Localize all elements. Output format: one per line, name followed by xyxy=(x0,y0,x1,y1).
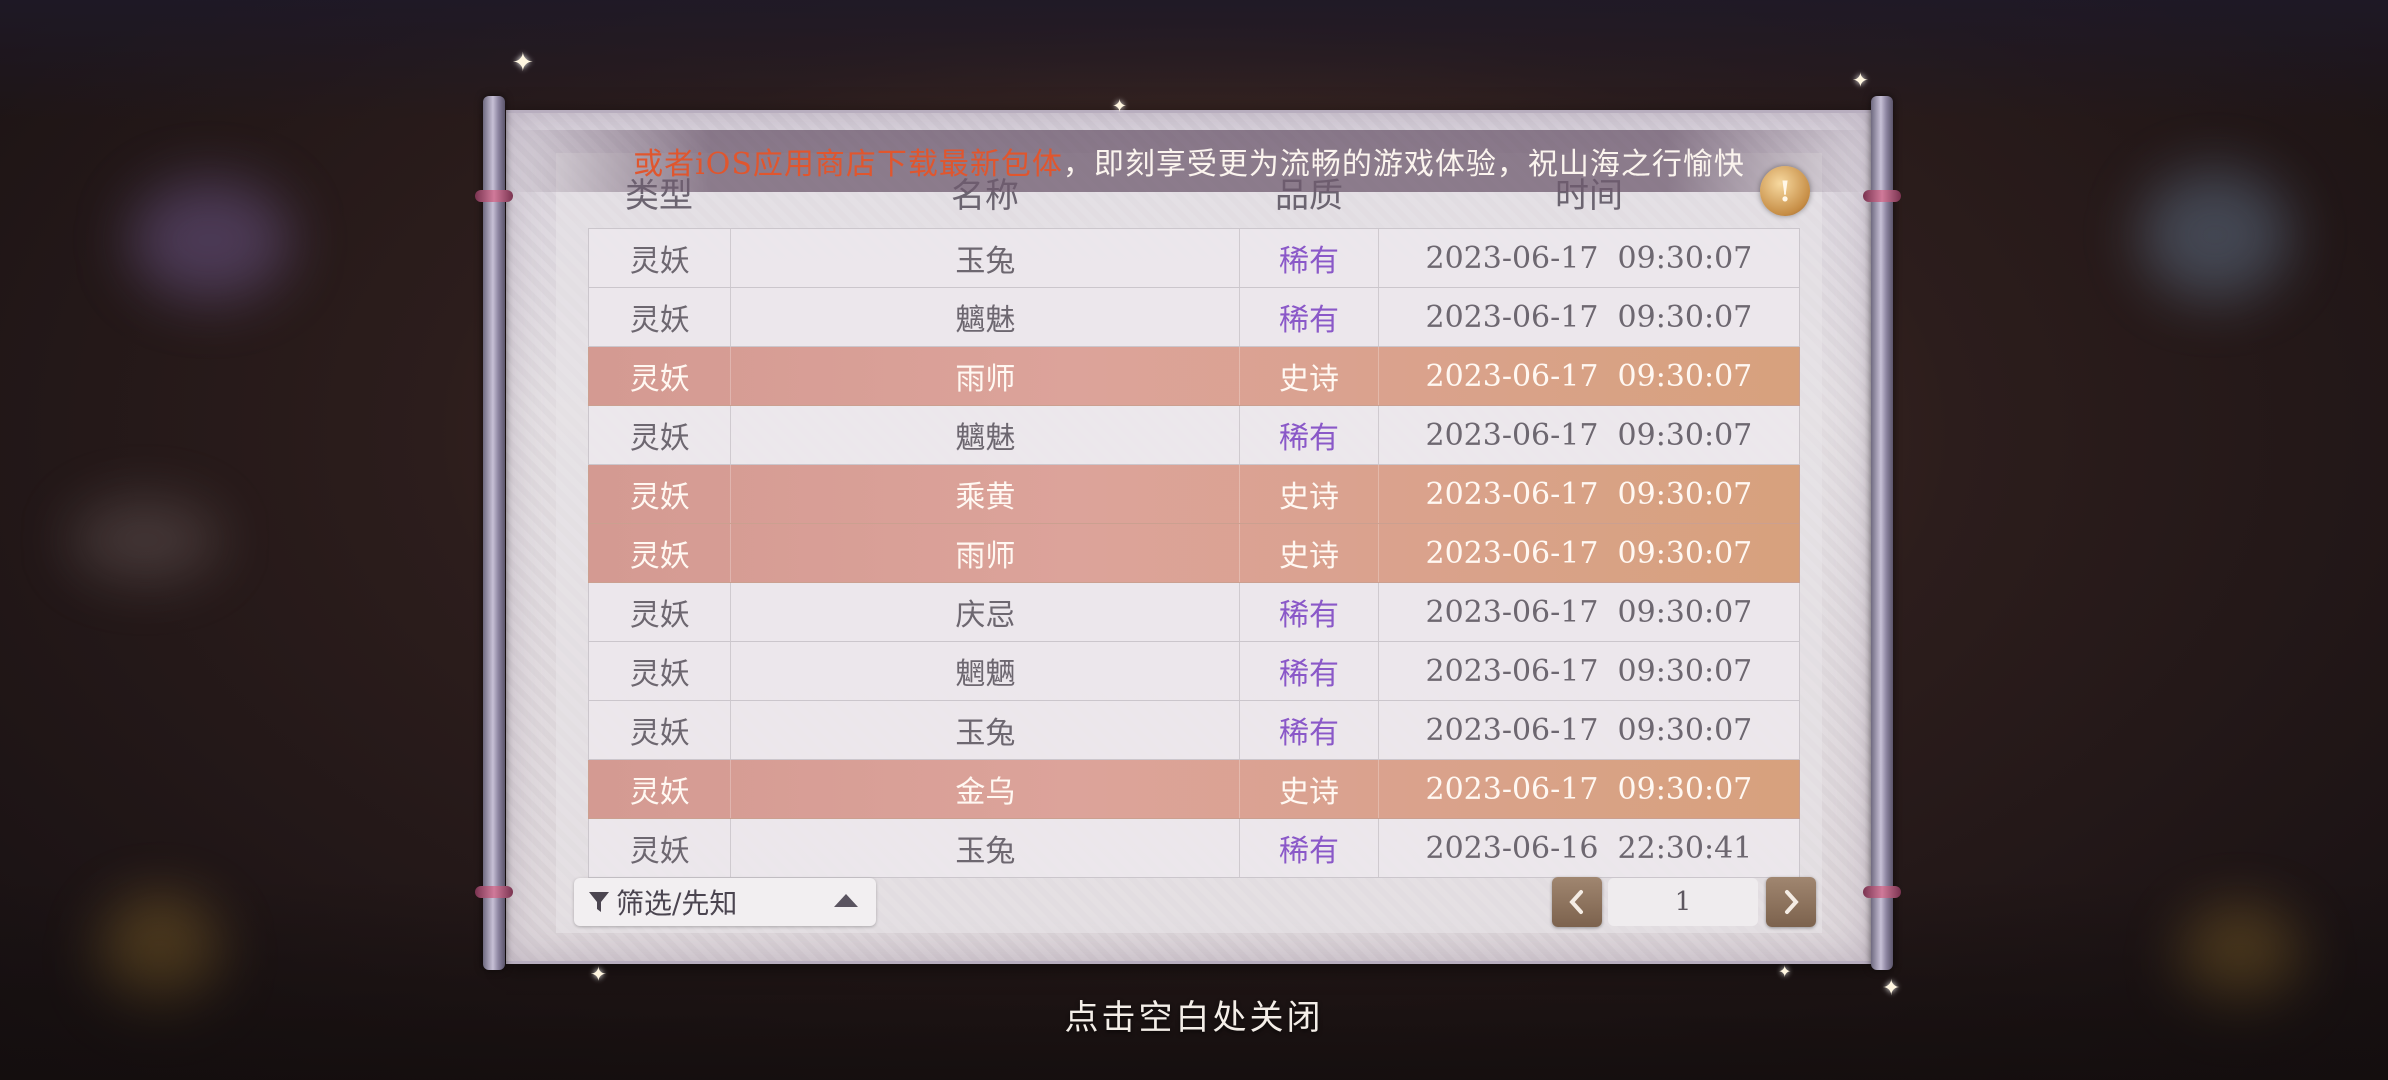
cell-quality: 史诗 xyxy=(1240,347,1379,405)
cell-name: 玉兔 xyxy=(731,229,1241,287)
cell-time: 2023-06-17 09:30:07 xyxy=(1425,417,1753,453)
page-number[interactable]: 1 xyxy=(1608,878,1758,926)
table-row: 灵妖 魑魅 稀有 2023-06-17 09:30:07 xyxy=(588,406,1800,465)
cell-time: 2023-06-17 09:30:07 xyxy=(1425,240,1753,276)
sparkle-icon: ✦ xyxy=(1852,68,1869,92)
cell-time: 2023-06-17 09:30:07 xyxy=(1425,299,1753,335)
cell-time: 2023-06-17 09:30:07 xyxy=(1425,535,1753,571)
cell-type: 灵妖 xyxy=(589,819,732,877)
cell-name: 玉兔 xyxy=(731,701,1241,759)
cell-time: 2023-06-17 09:30:07 xyxy=(1425,712,1753,748)
cell-quality: 稀有 xyxy=(1240,701,1379,759)
cell-quality: 稀有 xyxy=(1240,583,1379,641)
cell-type: 灵妖 xyxy=(589,701,732,759)
cell-type: 灵妖 xyxy=(589,406,732,464)
cell-time: 2023-06-17 09:30:07 xyxy=(1425,358,1753,394)
sparkle-icon: ✦ xyxy=(512,48,534,78)
chevron-right-icon xyxy=(1785,890,1799,914)
cell-time: 2023-06-17 09:30:07 xyxy=(1425,771,1753,807)
filter-dropdown[interactable]: 筛选/先知 xyxy=(574,878,876,926)
background-glow xyxy=(130,180,290,300)
cell-name: 雨师 xyxy=(731,347,1241,405)
table-row: 灵妖 玉兔 稀有 2023-06-16 22:30:41 xyxy=(588,819,1800,878)
cell-name: 庆忌 xyxy=(731,583,1241,641)
notice-text: ，即刻享受更为流畅的游戏体验，祝山海之行愉快 xyxy=(1062,147,1745,182)
funnel-icon xyxy=(589,892,609,912)
table-row: 灵妖 庆忌 稀有 2023-06-17 09:30:07 xyxy=(588,583,1800,642)
info-button[interactable]: ! xyxy=(1760,166,1810,216)
cell-quality: 稀有 xyxy=(1240,406,1379,464)
sparkle-icon: ✦ xyxy=(590,962,607,986)
cell-name: 雨师 xyxy=(731,524,1241,582)
cell-name: 魍魉 xyxy=(731,642,1241,700)
cell-quality: 史诗 xyxy=(1240,760,1379,818)
cell-type: 灵妖 xyxy=(589,465,732,523)
cell-quality: 史诗 xyxy=(1240,465,1379,523)
notice-highlight-text: 或者iOS应用商店下载最新包体 xyxy=(633,147,1063,182)
cell-name: 魑魅 xyxy=(731,288,1241,346)
cell-type: 灵妖 xyxy=(589,642,732,700)
cell-type: 灵妖 xyxy=(589,524,732,582)
cell-time: 2023-06-16 22:30:41 xyxy=(1425,830,1753,866)
table-row: 灵妖 雨师 史诗 2023-06-17 09:30:07 xyxy=(588,524,1800,583)
scroll-rod-right xyxy=(1863,96,1901,970)
background-top-bar xyxy=(0,0,2388,120)
sparkle-icon: ✦ xyxy=(1882,976,1901,1001)
background-glow xyxy=(70,500,220,580)
rod-cap xyxy=(1863,886,1901,898)
cell-name: 玉兔 xyxy=(731,819,1241,877)
sparkle-icon: ✦ xyxy=(1112,96,1128,117)
caret-up-icon xyxy=(834,894,858,907)
close-hint[interactable]: 点击空白处关闭 xyxy=(0,990,2388,1039)
cell-type: 灵妖 xyxy=(589,583,732,641)
cell-type: 灵妖 xyxy=(589,288,732,346)
table-row: 灵妖 玉兔 稀有 2023-06-17 09:30:07 xyxy=(588,701,1800,760)
table-row: 灵妖 乘黄 史诗 2023-06-17 09:30:07 xyxy=(588,465,1800,524)
notice-banner: 或者iOS应用商店下载最新包体 ，即刻享受更为流畅的游戏体验，祝山海之行愉快 xyxy=(506,130,1872,192)
cell-time: 2023-06-17 09:30:07 xyxy=(1425,476,1753,512)
cell-quality: 稀有 xyxy=(1240,819,1379,877)
cell-quality: 稀有 xyxy=(1240,288,1379,346)
table-row: 灵妖 魍魉 稀有 2023-06-17 09:30:07 xyxy=(588,642,1800,701)
records-table: 灵妖 玉兔 稀有 2023-06-17 09:30:07 灵妖 魑魅 稀有 2023-06-1… xyxy=(588,228,1800,878)
next-page-button[interactable] xyxy=(1766,877,1816,927)
cell-name: 魑魅 xyxy=(731,406,1241,464)
cell-time: 2023-06-17 09:30:07 xyxy=(1425,653,1753,689)
sparkle-icon: ✦ xyxy=(1778,962,1792,981)
table-row: 灵妖 魑魅 稀有 2023-06-17 09:30:07 xyxy=(588,288,1800,347)
cell-quality: 稀有 xyxy=(1240,642,1379,700)
cell-quality: 史诗 xyxy=(1240,524,1379,582)
chevron-left-icon xyxy=(1569,890,1583,914)
background-glow xyxy=(2140,170,2290,300)
exclamation-icon: ! xyxy=(1778,174,1792,208)
cell-type: 灵妖 xyxy=(589,760,732,818)
cell-type: 灵妖 xyxy=(589,229,732,287)
rod-cap xyxy=(475,886,513,898)
cell-time: 2023-06-17 09:30:07 xyxy=(1425,594,1753,630)
filter-label: 筛选/先知 xyxy=(616,887,738,920)
cell-name: 金乌 xyxy=(731,760,1241,818)
cell-quality: 稀有 xyxy=(1240,229,1379,287)
table-row: 灵妖 金乌 史诗 2023-06-17 09:30:07 xyxy=(588,760,1800,819)
cell-name: 乘黄 xyxy=(731,465,1241,523)
prev-page-button[interactable] xyxy=(1552,877,1602,927)
table-row: 灵妖 雨师 史诗 2023-06-17 09:30:07 xyxy=(588,347,1800,406)
scroll-rod-left xyxy=(475,96,513,970)
table-row: 灵妖 玉兔 稀有 2023-06-17 09:30:07 xyxy=(588,228,1800,288)
cell-type: 灵妖 xyxy=(589,347,732,405)
